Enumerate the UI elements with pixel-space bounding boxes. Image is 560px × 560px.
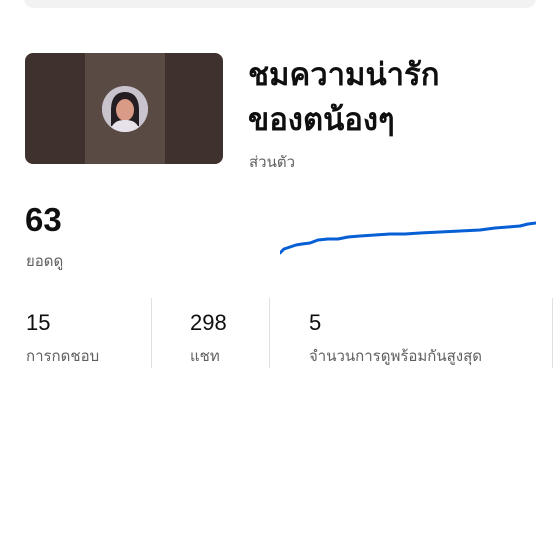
video-title-line-2: ของตน้องๆ (248, 102, 395, 137)
video-title[interactable]: ชมความน่ารัก ของตน้องๆ (248, 52, 548, 142)
chat-stat: 298 แชท (190, 310, 227, 368)
avatar (102, 86, 148, 132)
video-title-line-1: ชมความน่ารัก (248, 57, 440, 92)
views-trend-line (280, 221, 536, 255)
likes-label: การกดชอบ (26, 348, 100, 365)
likes-value: 15 (26, 310, 51, 335)
peak-concurrent-label: จำนวนการดูพร้อมกันสูงสุด (309, 348, 482, 365)
person-icon (102, 86, 148, 132)
views-label: ยอดดู (26, 253, 64, 270)
visibility-status: ส่วนตัว (249, 154, 295, 171)
peak-concurrent-value: 5 (309, 310, 322, 335)
top-card-edge (24, 0, 536, 8)
views-count: 63 (25, 201, 62, 238)
likes-stat: 15 การกดชอบ (26, 310, 99, 368)
views-sparkline (280, 221, 536, 255)
stat-divider (552, 298, 553, 368)
stat-divider (269, 298, 270, 368)
video-thumbnail[interactable] (25, 53, 223, 164)
chat-label: แชท (190, 348, 220, 365)
peak-concurrent-stat: 5 จำนวนการดูพร้อมกันสูงสุด (309, 310, 482, 368)
chat-value: 298 (190, 310, 227, 335)
stat-divider (151, 298, 152, 368)
